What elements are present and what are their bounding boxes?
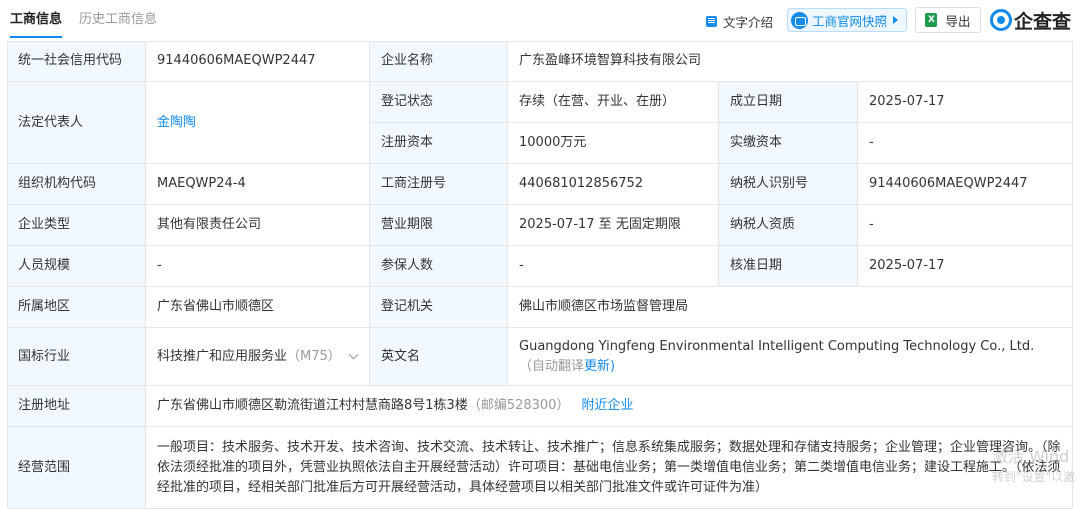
update-translation-link[interactable]: 更新) — [584, 359, 615, 374]
tab-business-info[interactable]: 工商信息 — [10, 11, 63, 38]
label-english-name: 英文名 — [370, 328, 508, 386]
value-company-name: 广东盈峰环境智算科技有限公司 — [508, 41, 1073, 82]
export-label: 导出 — [945, 13, 971, 29]
chevron-down-icon[interactable] — [348, 349, 359, 360]
value-est-date: 2025-07-17 — [858, 82, 1073, 123]
label-biz-term: 营业期限 — [370, 205, 508, 246]
label-address: 注册地址 — [7, 386, 146, 427]
value-authority: 佛山市顺德区市场监督管理局 — [508, 287, 1073, 328]
label-taxpayer-id: 纳税人识别号 — [719, 164, 858, 205]
label-paid-capital: 实缴资本 — [719, 123, 858, 164]
nearby-companies-link[interactable]: 附近企业 — [581, 396, 633, 416]
play-arrow-icon — [893, 16, 899, 24]
snapshot-icon — [791, 11, 808, 29]
scope-text: 一般项目：技术服务、技术开发、技术咨询、技术交流、技术转让、技术推广；信息系统集… — [157, 440, 1061, 495]
auto-translate-note: （自动翻译 — [519, 359, 585, 374]
document-icon — [706, 15, 717, 27]
label-company-type: 企业类型 — [7, 205, 146, 246]
value-approve-date: 2025-07-17 — [858, 246, 1073, 287]
value-taxpayer-qual: - — [858, 205, 1073, 246]
label-legal-rep: 法定代表人 — [7, 82, 146, 164]
label-reg-status: 登记状态 — [370, 82, 508, 123]
value-legal-rep-cell: 金陶陶 — [146, 82, 370, 164]
label-taxpayer-qual: 纳税人资质 — [719, 205, 858, 246]
label-est-date: 成立日期 — [719, 82, 858, 123]
value-reg-capital: 10000万元 — [508, 123, 719, 164]
label-industry: 国标行业 — [7, 328, 146, 386]
value-paid-capital: - — [858, 123, 1073, 164]
address-postcode: （邮编528300） — [467, 398, 570, 413]
excel-icon: X — [925, 13, 938, 27]
value-biz-term: 2025-07-17 至 无固定期限 — [508, 205, 719, 246]
legal-rep-link[interactable]: 金陶陶 — [157, 113, 196, 133]
business-info-table: 统一社会信用代码 91440606MAEQWP2447 企业名称 广东盈峰环境智… — [7, 41, 1073, 509]
value-credit-code: 91440606MAEQWP2447 — [146, 41, 370, 82]
text-intro-label: 文字介绍 — [723, 14, 774, 30]
value-insured: - — [508, 246, 719, 287]
qichacha-logo: 企查查 — [990, 6, 1071, 34]
logo-mark-icon — [990, 9, 1012, 31]
value-region: 广东省佛山市顺德区 — [146, 287, 370, 328]
label-authority: 登记机关 — [370, 287, 508, 328]
value-address-cell: 广东省佛山市顺德区勒流街道江村村慧商路8号1栋3楼 （邮编528300） 附近企… — [146, 386, 1073, 427]
value-taxpayer-id: 91440606MAEQWP2447 — [858, 164, 1073, 205]
value-industry-cell[interactable]: 科技推广和应用服务业 （M75） — [146, 328, 370, 386]
label-staff-size: 人员规模 — [7, 246, 146, 287]
value-staff-size: - — [146, 246, 370, 287]
value-company-type: 其他有限责任公司 — [146, 205, 370, 246]
industry-value: 科技推广和应用服务业 — [157, 348, 288, 364]
label-insured: 参保人数 — [370, 246, 508, 287]
label-approve-date: 核准日期 — [719, 246, 858, 287]
text-intro-button[interactable]: 文字介绍 — [706, 8, 773, 34]
tab-history-business-info[interactable]: 历史工商信息 — [79, 11, 157, 29]
label-reg-capital: 注册资本 — [370, 123, 508, 164]
value-scope: 一般项目：技术服务、技术开发、技术咨询、技术交流、技术转让、技术推广；信息系统集… — [146, 427, 1073, 509]
label-region: 所属地区 — [7, 287, 146, 328]
label-reg-no: 工商注册号 — [370, 164, 508, 205]
value-reg-status: 存续（在营、开业、在册） — [508, 82, 719, 123]
label-org-code: 组织机构代码 — [7, 164, 146, 205]
export-button[interactable]: X 导出 — [915, 7, 981, 33]
industry-code: （M75） — [287, 348, 341, 364]
label-credit-code: 统一社会信用代码 — [7, 41, 146, 82]
logo-text: 企查查 — [1014, 10, 1072, 33]
value-reg-no: 440681012856752 — [508, 164, 719, 205]
address-value: 广东省佛山市顺德区勒流街道江村村慧商路8号1栋3楼 — [157, 398, 468, 413]
value-org-code: MAEQWP24-4 — [146, 164, 370, 205]
snapshot-label: 工商官网快照 — [812, 13, 888, 29]
value-english-name-cell: Guangdong Yingfeng Environmental Intelli… — [508, 328, 1073, 386]
top-bar: 工商信息 历史工商信息 文字介绍 工商官网快照 X 导出 企查查 — [0, 0, 1080, 40]
official-snapshot-button[interactable]: 工商官网快照 — [787, 8, 907, 32]
label-scope: 经营范围 — [7, 427, 146, 509]
label-company-name: 企业名称 — [370, 41, 508, 82]
english-name-value: Guangdong Yingfeng Environmental Intelli… — [519, 339, 1035, 354]
